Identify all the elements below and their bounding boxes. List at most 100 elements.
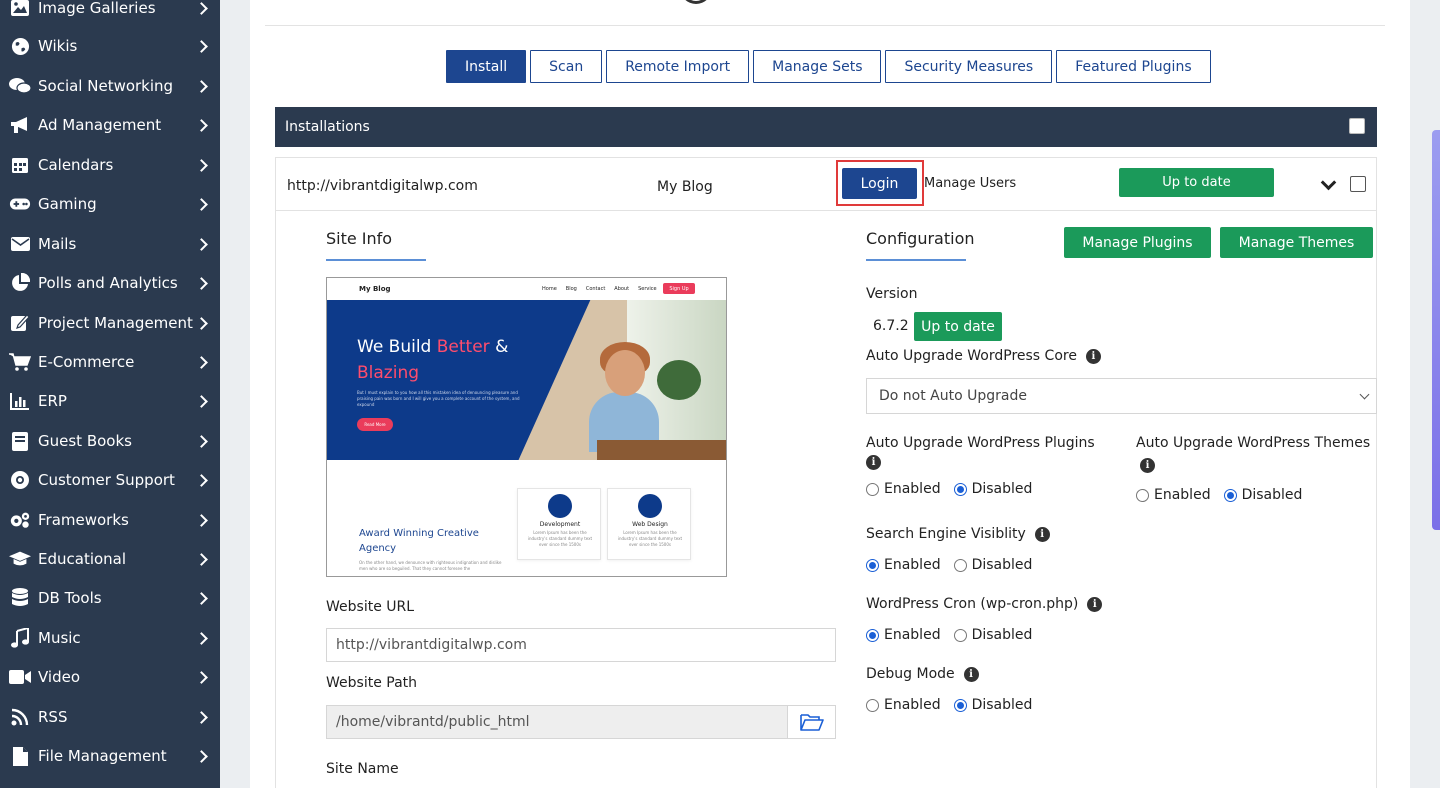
site-preview-thumbnail[interactable]: My Blog Home Blog Contact About Service … (326, 277, 727, 577)
calendar-icon (9, 154, 31, 176)
radio-button[interactable] (866, 482, 879, 496)
radio-button[interactable] (953, 698, 967, 712)
browse-folder-button[interactable] (787, 705, 836, 739)
sidebar-item-erp[interactable]: ERP (0, 383, 220, 419)
main-panel: Install Scan Remote Import Manage Sets S… (250, 0, 1410, 788)
search-engine-disabled[interactable]: Disabled (953, 557, 1032, 573)
info-icon[interactable]: i (1087, 596, 1103, 612)
sidebar-item-wikis[interactable]: Wikis (0, 28, 220, 64)
radio-button[interactable] (953, 628, 967, 642)
sidebar-item-gaming[interactable]: Gaming (0, 186, 220, 222)
radio-button[interactable] (866, 698, 879, 712)
sidebar-item-frameworks[interactable]: Frameworks (0, 502, 220, 538)
radio-button[interactable] (866, 558, 879, 572)
radio-button[interactable] (953, 482, 967, 496)
tab-manage-sets[interactable]: Manage Sets (753, 50, 882, 83)
file-icon (9, 745, 31, 767)
sidebar-item-rss[interactable]: RSS (0, 699, 220, 735)
radio-button[interactable] (1223, 488, 1237, 502)
chevron-right-icon (195, 237, 208, 251)
info-icon[interactable]: i (1034, 526, 1050, 542)
website-path-field[interactable]: /home/vibrantd/public_html (326, 705, 788, 739)
website-url-field[interactable]: http://vibrantdigitalwp.com (326, 628, 836, 662)
info-icon[interactable]: i (1140, 458, 1155, 473)
sidebar-item-file-management[interactable]: File Management (0, 738, 220, 774)
auto-core-selected: Do not Auto Upgrade (879, 388, 1027, 404)
chevron-right-icon (195, 118, 208, 132)
sidebar-item-guest-books[interactable]: Guest Books (0, 423, 220, 459)
app-logo-icon (680, 0, 712, 4)
sidebar-item-music[interactable]: Music (0, 620, 220, 656)
chevron-right-icon (195, 197, 208, 211)
book-icon (9, 430, 31, 452)
sidebar-item-label: Polls and Analytics (38, 274, 178, 292)
auto-plugins-enabled[interactable]: Enabled (866, 481, 941, 497)
preview-card-title: Development (539, 521, 581, 528)
chevron-right-icon (195, 749, 208, 763)
tab-featured-plugins[interactable]: Featured Plugins (1056, 50, 1211, 83)
image-icon (9, 0, 31, 19)
auto-core-select[interactable]: Do not Auto Upgrade (866, 378, 1377, 414)
row-checkbox[interactable] (1350, 176, 1366, 192)
sidebar-item-video[interactable]: Video (0, 659, 220, 695)
auto-plugins-disabled[interactable]: Disabled (953, 481, 1032, 497)
installation-url[interactable]: http://vibrantdigitalwp.com (287, 178, 478, 194)
info-icon[interactable]: i (1085, 348, 1101, 364)
website-path-label: Website Path (326, 675, 418, 691)
tab-security-measures[interactable]: Security Measures (885, 50, 1053, 83)
radio-button[interactable] (1136, 488, 1149, 502)
sidebar-item-label: RSS (38, 708, 68, 726)
scrollbar[interactable] (1432, 130, 1440, 530)
chevron-right-icon (195, 394, 208, 408)
sidebar-item-customer-support[interactable]: Customer Support (0, 462, 220, 498)
sidebar-item-label: Guest Books (38, 432, 132, 450)
debug-enabled[interactable]: Enabled (866, 697, 941, 713)
chevron-right-icon (195, 276, 208, 290)
sidebar-item-project-management[interactable]: Project Management (0, 305, 220, 341)
sidebar-item-label: Project Management (38, 314, 193, 332)
sidebar-item-db-tools[interactable]: DB Tools (0, 580, 220, 616)
debug-radio-group: Enabled Disabled (866, 697, 1045, 713)
installations-title: Installations (285, 119, 370, 135)
manage-themes-button[interactable]: Manage Themes (1220, 227, 1373, 258)
tab-install[interactable]: Install (446, 50, 527, 83)
mail-icon (9, 233, 31, 255)
sidebar-item-label: File Management (38, 747, 167, 765)
video-icon (9, 666, 31, 688)
sidebar-item-label: Calendars (38, 156, 114, 174)
search-engine-enabled[interactable]: Enabled (866, 557, 941, 573)
chevron-down-icon (1359, 389, 1370, 400)
radio-button[interactable] (953, 558, 967, 572)
debug-disabled[interactable]: Disabled (953, 697, 1032, 713)
select-all-checkbox[interactable] (1349, 118, 1365, 134)
sidebar-item-e-commerce[interactable]: E-Commerce (0, 344, 220, 380)
site-info-title: Site Info (326, 229, 393, 248)
radio-button[interactable] (866, 628, 879, 642)
cron-disabled[interactable]: Disabled (953, 627, 1032, 643)
sidebar-item-calendars[interactable]: Calendars (0, 147, 220, 183)
website-url-label: Website URL (326, 599, 415, 615)
preview-award-heading: Award Winning Creative Agency (359, 528, 479, 554)
info-icon[interactable]: i (866, 455, 881, 470)
cron-label: WordPress Cron (wp-cron.php) i (866, 596, 1103, 612)
auto-themes-enabled[interactable]: Enabled (1136, 487, 1211, 503)
installation-name: My Blog (657, 179, 713, 195)
cron-enabled[interactable]: Enabled (866, 627, 941, 643)
configuration-title: Configuration (866, 229, 975, 248)
manage-users-link[interactable]: Manage Users (924, 176, 1016, 191)
info-icon[interactable]: i (963, 666, 979, 682)
sidebar-item-image-galleries[interactable]: Image Galleries (0, 0, 220, 26)
sidebar-item-mails[interactable]: Mails (0, 226, 220, 262)
manage-plugins-button[interactable]: Manage Plugins (1064, 227, 1211, 258)
configuration-underline (866, 259, 966, 261)
bar-chart-icon (9, 390, 31, 412)
tab-remote-import[interactable]: Remote Import (606, 50, 750, 83)
sidebar-item-ad-management[interactable]: Ad Management (0, 107, 220, 143)
tab-scan[interactable]: Scan (530, 50, 603, 83)
sidebar-item-polls-and-analytics[interactable]: Polls and Analytics (0, 265, 220, 301)
login-button[interactable]: Login (842, 168, 917, 199)
auto-themes-disabled[interactable]: Disabled (1223, 487, 1302, 503)
sidebar-item-social-networking[interactable]: Social Networking (0, 68, 220, 104)
sidebar-item-educational[interactable]: Educational (0, 541, 220, 577)
chevron-down-icon[interactable] (1320, 174, 1337, 191)
